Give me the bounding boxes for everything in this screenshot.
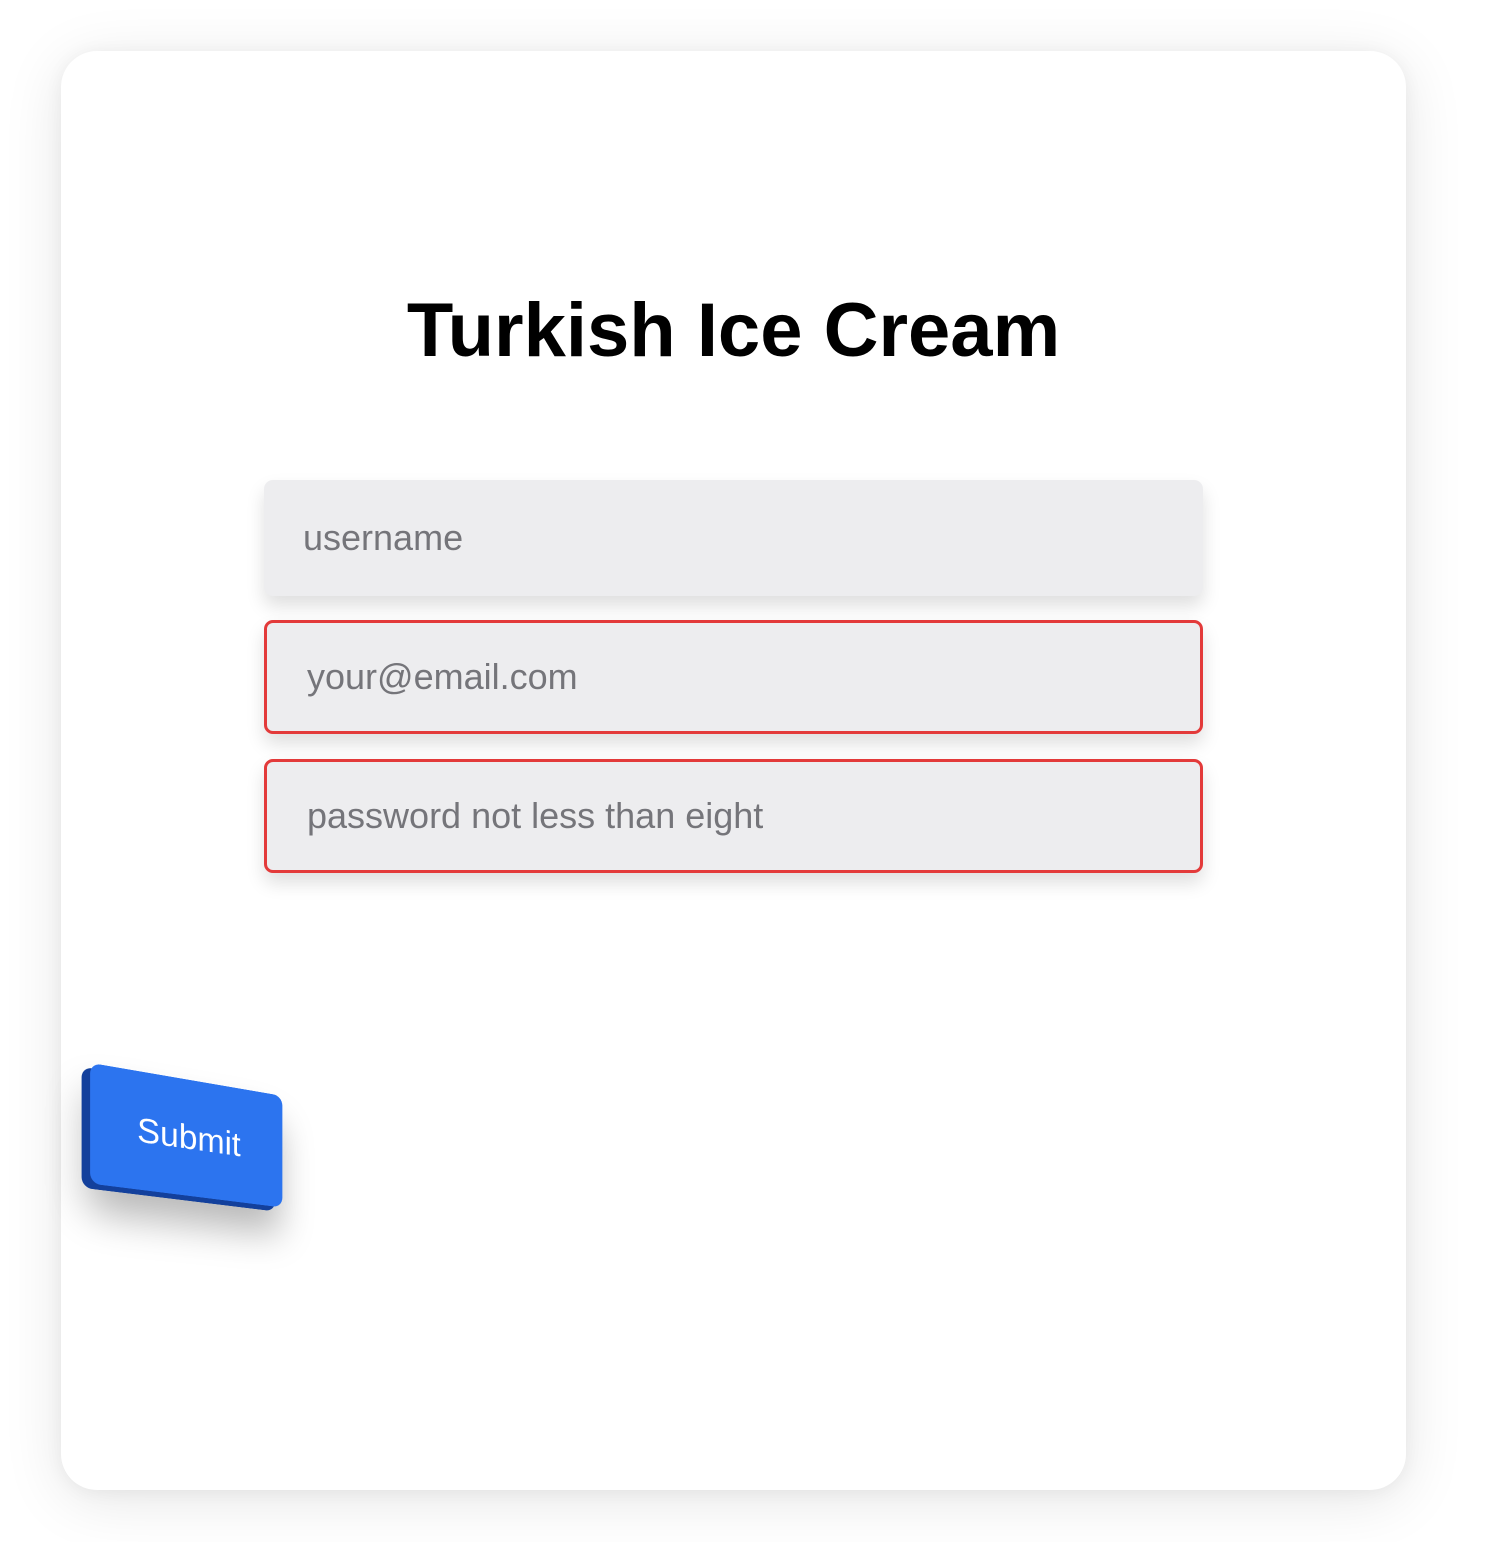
submit-button[interactable]: Submit: [90, 1062, 283, 1208]
submit-button-wrapper: Submit: [90, 1062, 292, 1220]
username-input[interactable]: [264, 480, 1203, 596]
email-input[interactable]: [264, 620, 1203, 734]
form-card: Turkish Ice Cream Submit: [61, 51, 1406, 1490]
page-title: Turkish Ice Cream: [406, 288, 1061, 373]
password-input[interactable]: [264, 759, 1203, 873]
